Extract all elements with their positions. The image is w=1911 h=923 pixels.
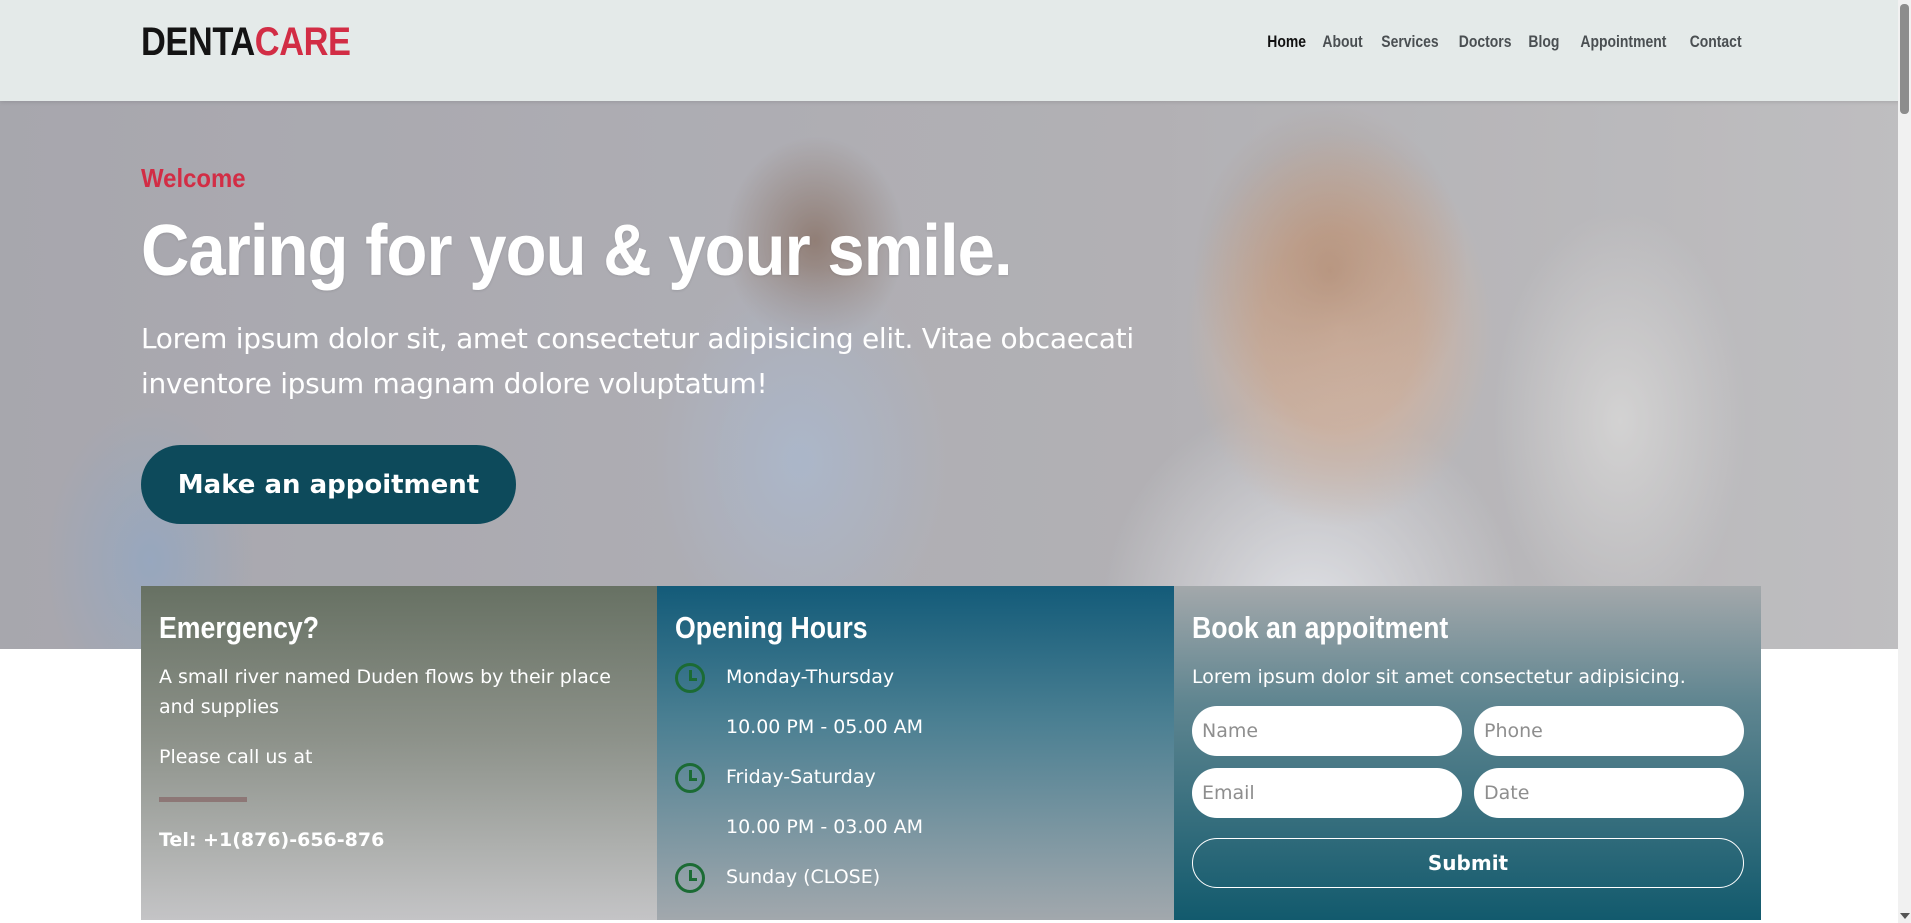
book-appointment-panel: Book an appoitment Lorem ipsum dolor sit… [1174,586,1761,920]
emergency-text: A small river named Duden flows by their… [159,666,611,718]
emergency-call-text: Please call us at [159,746,313,768]
hours-row: 10.00 PM - 05.00 AM [675,712,1156,762]
date-input[interactable] [1474,768,1744,818]
scrollbar-thumb[interactable] [1900,4,1909,114]
clock-icon [675,863,705,893]
hours-time: 10.00 PM - 03.00 AM [726,816,924,838]
hours-days: Friday-Saturday [726,766,876,788]
appointment-form: Submit [1192,706,1744,888]
clock-icon [675,763,705,793]
main-nav: Home About Services Doctors Blog Appoint… [1259,29,1751,55]
book-text: Lorem ipsum dolor sit amet consectetur a… [1192,666,1686,688]
nav-home[interactable]: Home [1262,29,1311,55]
clock-icon [675,663,705,693]
nav-about[interactable]: About [1317,29,1367,55]
hero-lead: Lorem ipsum dolor sit, amet consectetur … [141,322,1134,400]
phone-input[interactable] [1474,706,1744,756]
brand-part-denta: DENTA [141,20,255,64]
navbar: DENTACARE Home About Services Doctors Bl… [0,0,1911,101]
emergency-panel: Emergency? A small river named Duden flo… [141,586,657,920]
make-appointment-button[interactable]: Make an appoitment [141,445,516,524]
submit-button[interactable]: Submit [1192,838,1744,888]
email-input[interactable] [1192,768,1462,818]
nav-doctors[interactable]: Doctors [1454,29,1517,55]
emergency-phone[interactable]: Tel: +1(876)-656-876 [159,829,639,851]
hours-row: 10.00 PM - 03.00 AM [675,812,1156,862]
hours-row: Friday-Saturday [675,762,1156,812]
name-input[interactable] [1192,706,1462,756]
nav-appointment[interactable]: Appointment [1575,29,1671,55]
page-scrollbar[interactable] [1898,0,1911,923]
brand-logo[interactable]: DENTACARE [141,18,351,66]
hours-days: Sunday (CLOSE) [726,866,881,888]
hours-time: 10.00 PM - 05.00 AM [726,716,924,738]
emergency-title: Emergency? [159,610,320,645]
opening-hours-list: Monday-Thursday 10.00 PM - 05.00 AM Frid… [675,662,1156,912]
hero-eyebrow: Welcome [141,163,246,193]
opening-hours-panel: Opening Hours Monday-Thursday 10.00 PM -… [657,586,1174,920]
brand-part-care: CARE [254,20,351,64]
emergency-divider [159,797,247,802]
opening-hours-title: Opening Hours [675,610,868,645]
hours-row: Monday-Thursday [675,662,1156,712]
hours-days: Monday-Thursday [726,666,895,688]
nav-contact[interactable]: Contact [1684,29,1746,55]
hours-row: Sunday (CLOSE) [675,862,1156,912]
nav-blog[interactable]: Blog [1524,29,1565,55]
nav-services[interactable]: Services [1376,29,1443,55]
scroll-down-arrow-icon[interactable] [1900,913,1910,919]
book-title: Book an appoitment [1192,610,1449,645]
hero-title: Caring for you & your smile. [141,211,1013,291]
